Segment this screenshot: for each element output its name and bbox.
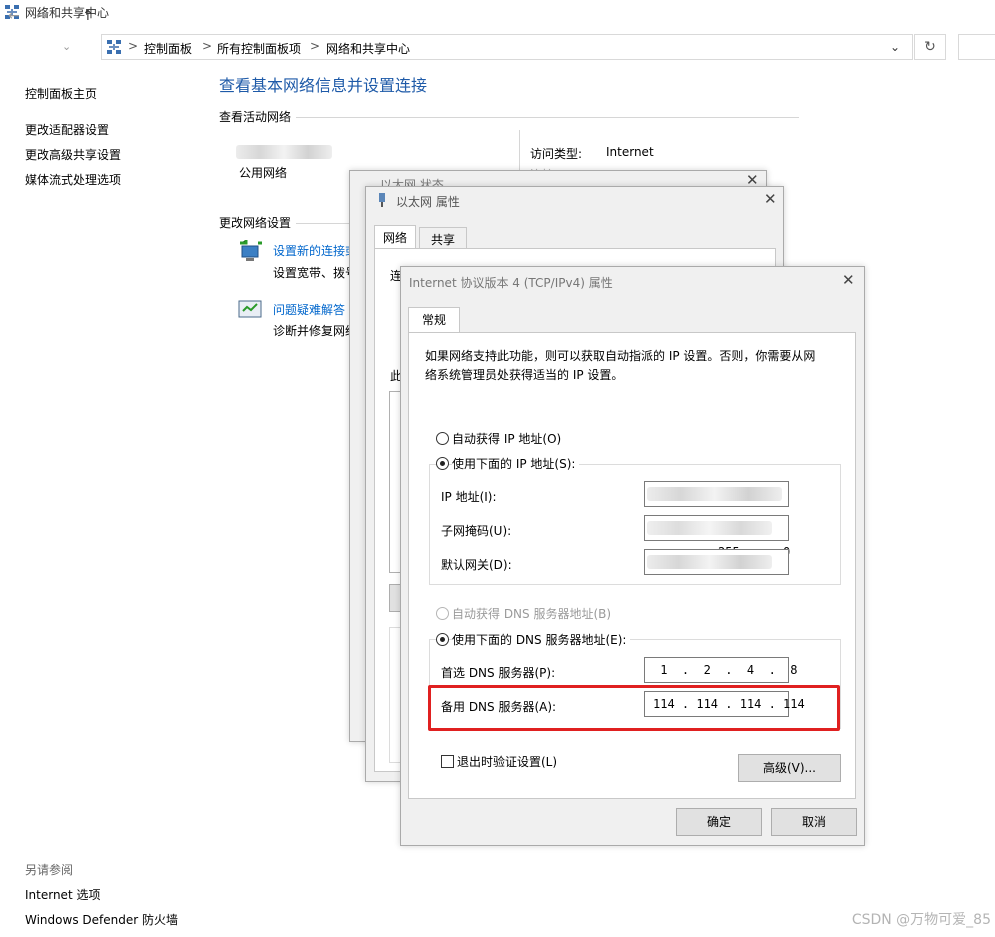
preferred-dns-label: 首选 DNS 服务器(P): <box>441 666 556 680</box>
sidebar-item-internet-options[interactable]: Internet 选项 <box>25 886 100 903</box>
network-type: 公用网络 <box>239 166 288 180</box>
access-type-label: 访问类型: <box>530 147 583 161</box>
manual-ip-label[interactable]: 使用下面的 IP 地址(S): <box>452 455 580 472</box>
title-bar: 网络和共享中心 <box>0 0 995 24</box>
auto-ip-label[interactable]: 自动获得 IP 地址(O) <box>452 430 561 447</box>
auto-dns-radio[interactable] <box>436 607 449 620</box>
breadcrumb-separator: > <box>128 39 139 53</box>
dialog-title: 以太网 属性 <box>396 195 460 209</box>
sidebar-item-adapter-settings[interactable]: 更改适配器设置 <box>25 121 109 138</box>
refresh-button[interactable]: ↻ <box>914 34 946 60</box>
address-dropdown-icon[interactable]: ⌄ <box>890 40 900 54</box>
troubleshoot-link[interactable]: 问题疑难解答 <box>273 301 345 318</box>
breadcrumb-separator: > <box>310 39 321 53</box>
redacted-value <box>647 521 772 535</box>
subnet-mask-field[interactable]: 255 0 <box>644 515 790 559</box>
manual-dns-label[interactable]: 使用下面的 DNS 服务器地址(E): <box>452 631 631 648</box>
access-type-value: Internet <box>606 145 654 159</box>
subnet-mask-label: 子网掩码(U): <box>441 524 512 538</box>
tab-sharing[interactable]: 共享 <box>419 227 467 249</box>
new-connection-icon <box>240 240 262 261</box>
tab-network[interactable]: 网络 <box>374 225 416 249</box>
forward-button[interactable]: → <box>36 8 48 24</box>
advanced-button[interactable]: 高级(V)... <box>738 754 841 782</box>
address-bar[interactable]: > 控制面板 > 所有控制面板项 > 网络和共享中心 ⌄ <box>101 34 913 60</box>
sidebar-item-home[interactable]: 控制面板主页 <box>25 85 97 102</box>
auto-ip-radio[interactable] <box>436 432 449 445</box>
close-icon[interactable]: ✕ <box>842 271 855 289</box>
setup-connection-link[interactable]: 设置新的连接或 <box>273 242 357 259</box>
section-divider <box>296 117 799 118</box>
cancel-button[interactable]: 取消 <box>771 808 857 836</box>
search-input[interactable] <box>958 34 995 60</box>
troubleshoot-icon <box>238 300 262 318</box>
breadcrumb-network-center[interactable]: 网络和共享中心 <box>326 40 410 57</box>
redacted-value <box>647 555 772 569</box>
validate-on-exit-label[interactable]: 退出时验证设置(L) <box>457 753 557 770</box>
troubleshoot-desc: 诊断并修复网络 <box>273 324 358 338</box>
manual-ip-radio[interactable] <box>436 457 449 470</box>
manual-dns-radio[interactable] <box>436 633 449 646</box>
sidebar-item-advanced-sharing[interactable]: 更改高级共享设置 <box>25 146 121 163</box>
recent-locations-button[interactable]: ⌄ <box>62 40 71 53</box>
breadcrumb-all-items[interactable]: 所有控制面板项 <box>217 40 301 57</box>
section-divider <box>296 223 356 224</box>
sidebar-item-media-streaming[interactable]: 媒体流式处理选项 <box>25 171 121 188</box>
description-text: 如果网络支持此功能，则可以获取自动指派的 IP 设置。否则，你需要从网络系统管理… <box>425 349 816 382</box>
ethernet-plug-icon <box>379 193 385 207</box>
change-network-settings-heading: 更改网络设置 <box>219 216 292 230</box>
active-networks-heading: 查看活动网络 <box>219 110 292 124</box>
setup-connection-desc: 设置宽带、拨号 <box>273 266 358 280</box>
breadcrumb-control-panel[interactable]: 控制面板 <box>144 40 192 57</box>
preferred-dns-field[interactable]: 1 . 2 . 4 . 8 <box>644 657 798 683</box>
tab-general[interactable]: 常规 <box>408 307 460 333</box>
ok-button[interactable]: 确定 <box>676 808 762 836</box>
network-center-icon <box>107 40 121 54</box>
see-also-title: 另请参阅 <box>25 863 74 877</box>
validate-on-exit-checkbox[interactable] <box>441 755 454 768</box>
breadcrumb-separator: > <box>202 39 213 53</box>
up-button[interactable]: ↑ <box>82 8 94 24</box>
ip-address-label: IP 地址(I): <box>441 490 497 504</box>
redacted-value <box>647 487 782 501</box>
back-button[interactable]: ← <box>8 8 20 24</box>
close-icon[interactable]: ✕ <box>764 190 777 208</box>
watermark: CSDN @万物可爱_85 <box>851 912 991 928</box>
highlight-box <box>428 685 840 731</box>
dialog-title: Internet 协议版本 4 (TCP/IPv4) 属性 <box>409 276 613 290</box>
page-title: 查看基本网络信息并设置连接 <box>219 76 428 95</box>
default-gateway-label: 默认网关(D): <box>441 558 512 572</box>
ip-address-field[interactable] <box>644 481 789 507</box>
default-gateway-field[interactable] <box>644 549 789 575</box>
ipv4-properties-dialog: Internet 协议版本 4 (TCP/IPv4) 属性 ✕ 常规 如果网络支… <box>400 266 865 846</box>
auto-dns-label[interactable]: 自动获得 DNS 服务器地址(B) <box>452 605 611 622</box>
network-name-redacted <box>236 145 332 159</box>
sidebar-item-defender-firewall[interactable]: Windows Defender 防火墙 <box>25 911 178 928</box>
